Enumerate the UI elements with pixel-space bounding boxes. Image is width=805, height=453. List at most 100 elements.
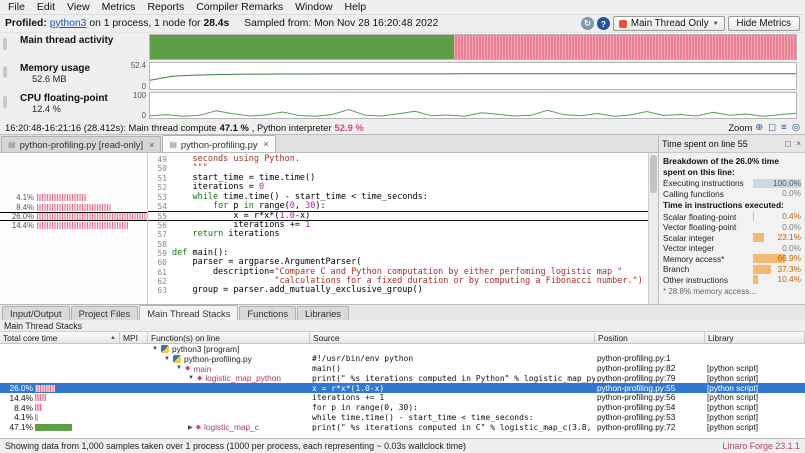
column-mpi[interactable]: MPI [120, 332, 148, 343]
column-position[interactable]: Position [595, 332, 705, 343]
menu-item-reports[interactable]: Reports [141, 0, 190, 14]
bottom-tab-libraries[interactable]: Libraries [297, 306, 349, 320]
menu-item-metrics[interactable]: Metrics [96, 0, 142, 14]
table-row[interactable]: ▼ ◆ logistic_map_python print(" %s iteratio… [0, 373, 805, 383]
restart-icon[interactable]: ↻ [580, 17, 594, 30]
table-row[interactable]: 4.1% while time.time() - start_time < tim… [0, 413, 805, 423]
interpreter-text: , Python interpreter [251, 121, 332, 133]
status-text: Showing data from 1,000 samples taken ov… [5, 441, 467, 451]
minimap[interactable]: 4.1% 8.4% 26.0% 14.4% [0, 153, 148, 304]
cpu-chart[interactable] [149, 92, 797, 119]
code-line[interactable]: 54 for p in range(0, 30): [148, 201, 648, 211]
line-number: 58 [157, 239, 167, 249]
zoom-label[interactable]: Zoom [728, 122, 752, 133]
column-total-core-time[interactable]: Total core time ▲ [0, 332, 120, 343]
breakdown-value: 0.0% [753, 221, 801, 232]
editor-tab[interactable]: ▤ python-profiling.py × [162, 135, 276, 152]
tab-close-icon[interactable]: × [149, 140, 154, 150]
bottom-tabs: Input/Output Project Files Main Thread Sta… [0, 304, 805, 320]
tree-arrow-icon[interactable]: ▶ [188, 424, 193, 431]
activity-chart[interactable] [149, 34, 797, 60]
breakdown-label: Executing instructions [663, 178, 744, 189]
cell-mpi [120, 393, 148, 403]
table-row[interactable]: 47.1% ▶ ◆ logistic_map_c print(" %s iteratio… [0, 422, 805, 432]
python-icon [172, 354, 181, 363]
memory-axis-min: 0 [141, 82, 146, 91]
tree-arrow-icon[interactable]: ▼ [188, 375, 194, 381]
code-line[interactable]: 57 return iterations [148, 229, 648, 239]
metrics-panel: Main thread activity Memory usage 52.6 M… [0, 33, 805, 134]
column-library[interactable]: Library [705, 332, 805, 343]
tab-close-icon[interactable]: × [264, 139, 269, 149]
breakdown-row: Scalar floating-point 0.4% [661, 212, 803, 223]
minimap-mark[interactable]: 26.0% [0, 211, 147, 222]
bottom-tab-main-thread-stacks[interactable]: Main Thread Stacks [139, 305, 239, 320]
menu-item-window[interactable]: Window [289, 0, 338, 14]
cell-position: python-profiling.py:79 [597, 373, 676, 383]
time-percent: 47.1% [9, 422, 33, 433]
tree-arrow-icon[interactable]: ▼ [164, 356, 170, 362]
menu-item-edit[interactable]: Edit [31, 0, 61, 14]
cell-total-core-time: 47.1% [0, 422, 120, 432]
help-icon[interactable]: ? [596, 17, 610, 30]
breakdown-percent: 0.0% [782, 221, 801, 232]
function-icon: ◆ [195, 424, 202, 432]
editor-tab[interactable]: ▤ python-profiling.py [read-only] × [1, 136, 162, 152]
code-scrollbar[interactable] [648, 153, 658, 304]
metric-title-cpu: CPU floating-point [20, 93, 108, 104]
cell-position: python-profiling.py:82 [597, 363, 676, 373]
line-number: 61 [157, 267, 167, 277]
table-row[interactable]: ▼ python-profiling.py #!/usr/bin/env pytho… [0, 354, 805, 364]
breakdown-row: Calling functions 0.0% [661, 189, 803, 200]
sampled-from: Sampled from: Mon Nov 28 16:20:48 2022 [244, 18, 439, 29]
tree-arrow-icon[interactable]: ▼ [152, 346, 158, 352]
metrics-menu-icon[interactable]: ≡ [781, 122, 787, 133]
program-link[interactable]: python3 [50, 18, 87, 29]
memory-chart[interactable] [149, 62, 797, 90]
bottom-tab-input-output[interactable]: Input/Output [2, 306, 70, 320]
detach-icon[interactable]: ◻ [784, 139, 793, 148]
table-row[interactable]: 8.4% for p in range(0, 30): python-profili… [0, 403, 805, 413]
code-line[interactable]: 49 seconds using Python. [148, 154, 648, 164]
table-row[interactable]: ▼ python3 [program] [0, 344, 805, 354]
row-drag-handle[interactable] [3, 38, 7, 50]
code-line[interactable]: 63 group = parser.add_mutually_exclusive… [148, 286, 648, 296]
time-percent: 4.1% [14, 412, 33, 423]
minimap-mark[interactable]: 8.4% [0, 202, 147, 212]
row-drag-handle[interactable] [3, 96, 7, 108]
breakdown-label: Memory access* [663, 253, 725, 264]
breakdown-percent: 23.1% [777, 232, 801, 243]
zoom-in-icon[interactable]: ⊕ [755, 122, 763, 133]
menu-item-file[interactable]: File [2, 0, 31, 14]
minimap-mark[interactable]: 4.1% [0, 193, 147, 202]
bottom-tab-project-files[interactable]: Project Files [70, 306, 139, 320]
cell-source: print(" %s iterations computed in C" % l… [312, 422, 595, 432]
profile-bar: Profiled: python3 on 1 process, 1 node f… [0, 15, 805, 33]
row-drag-handle[interactable] [3, 66, 7, 78]
column-functions[interactable]: Function(s) on line [148, 332, 310, 343]
cell-total-core-time: 14.4% [0, 393, 120, 403]
menu-item-help[interactable]: Help [339, 0, 373, 14]
cell-source: iterations += 1 [312, 393, 385, 403]
menu-item-view[interactable]: View [61, 0, 96, 14]
scrollbar-thumb[interactable] [650, 155, 657, 193]
thread-selector[interactable]: Main Thread Only ▼ [612, 16, 725, 31]
select-region-icon[interactable]: ◎ [792, 122, 800, 133]
zoom-reset-icon[interactable]: ◻ [768, 122, 776, 133]
bottom-tab-functions[interactable]: Functions [239, 306, 297, 320]
breakdown-rows-1: Executing instructions 100.0% Calling func… [661, 178, 803, 199]
column-source[interactable]: Source [310, 332, 595, 343]
table-row[interactable]: 26.0% x = r*x*(1.0-x) python-profiling.py:… [0, 383, 805, 393]
minimap-mark[interactable]: 14.4% [0, 221, 147, 230]
menu-item-compiler-remarks[interactable]: Compiler Remarks [190, 0, 289, 14]
hide-metrics-button[interactable]: Hide Metrics [727, 16, 800, 31]
function-name: main [193, 363, 212, 374]
cell-source: #!/usr/bin/env python [312, 354, 414, 364]
table-row[interactable]: ▼ ◆ main main() python-profiling.py:82 [pytho… [0, 364, 805, 374]
tree-arrow-icon[interactable]: ▼ [176, 365, 182, 371]
close-icon[interactable]: × [795, 139, 802, 148]
code-area[interactable]: 49 seconds using Python. 50 """ 51 start_t… [148, 153, 648, 304]
table-row[interactable]: 14.4% iterations += 1 python-profiling.py:… [0, 393, 805, 403]
breakdown-percent: 10.4% [777, 274, 801, 285]
editor-tab-label: python-profiling.py [read-only] [19, 139, 144, 150]
